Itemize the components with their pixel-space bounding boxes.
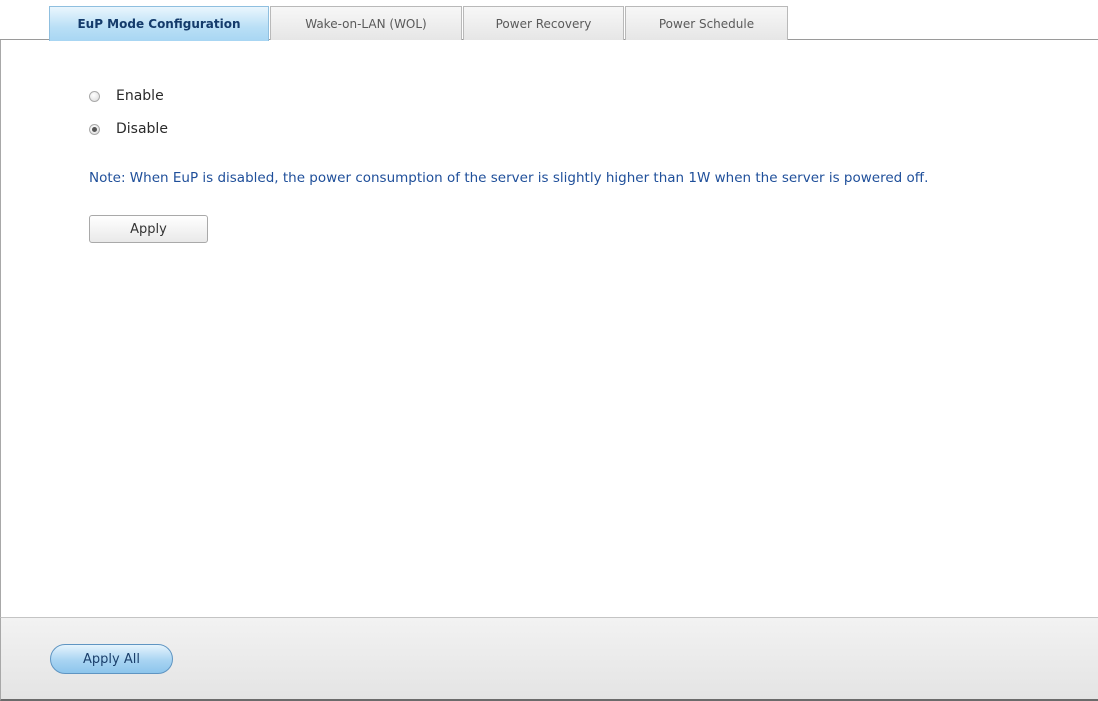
footer-bar: Apply All [0, 617, 1098, 701]
apply-button-label: Apply [130, 221, 167, 237]
tab-label: EuP Mode Configuration [77, 17, 241, 31]
tab-label: Wake-on-LAN (WOL) [305, 16, 427, 31]
disable-radio-label: Disable [116, 121, 168, 137]
tab-bar: EuP Mode Configuration Wake-on-LAN (WOL)… [0, 0, 1098, 41]
tab-wake-on-lan[interactable]: Wake-on-LAN (WOL) [270, 6, 462, 40]
enable-radio-button[interactable] [89, 90, 100, 102]
tab-power-schedule[interactable]: Power Schedule [625, 6, 788, 40]
tab-label: Power Recovery [495, 16, 592, 31]
enable-radio-option[interactable]: Enable [89, 88, 164, 104]
tab-power-recovery[interactable]: Power Recovery [463, 6, 624, 40]
disable-radio-button[interactable] [89, 123, 100, 135]
enable-radio-label: Enable [116, 88, 164, 104]
apply-all-button-label: Apply All [83, 651, 140, 667]
power-settings-panel: EuP Mode Configuration Wake-on-LAN (WOL)… [0, 0, 1098, 701]
disable-radio-option[interactable]: Disable [89, 121, 168, 137]
apply-all-button[interactable]: Apply All [50, 644, 173, 674]
eup-note: Note: When EuP is disabled, the power co… [89, 170, 929, 186]
tab-label: Power Schedule [658, 16, 755, 31]
tab-eup-mode-configuration[interactable]: EuP Mode Configuration [49, 6, 269, 41]
apply-button[interactable]: Apply [89, 215, 208, 243]
eup-config-content: Enable Disable Note: When EuP is disable… [0, 40, 1098, 617]
